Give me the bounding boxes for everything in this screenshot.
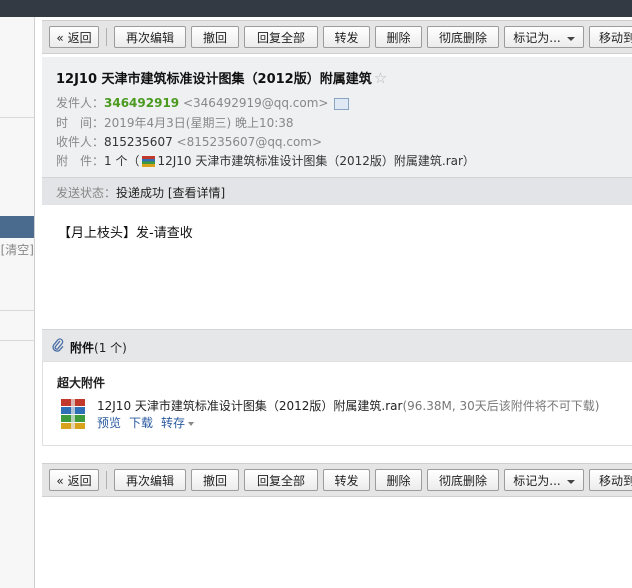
attachments-header: 附件(1 个): [42, 329, 632, 362]
delete-button[interactable]: 删除: [375, 26, 422, 48]
time-value: 2019年4月3日(星期三) 晚上10:38: [104, 116, 294, 130]
delete-button[interactable]: 删除: [375, 469, 422, 491]
top-bar: [0, 0, 632, 17]
time-label: 时 间：: [56, 116, 105, 130]
left-sidebar: [清空]: [0, 17, 35, 588]
paperclip-icon: [52, 338, 64, 356]
time-row: 时 间：2019年4月3日(星期三) 晚上10:38: [56, 114, 294, 131]
mark-as-label: 标记为...: [513, 474, 561, 488]
mail-body: 【月上枝头】发-请查收: [58, 226, 193, 241]
sender-address: <346492919@qq.com>: [182, 96, 329, 110]
forward-button[interactable]: 转发: [323, 26, 370, 48]
attachment-close-paren: ）: [462, 154, 475, 168]
sender-name[interactable]: 346492919: [104, 96, 179, 110]
back-button[interactable]: « 返回: [49, 26, 99, 48]
attachment-count: 1 个（: [104, 154, 140, 168]
dropdown-caret-icon: [188, 421, 195, 426]
toolbar-separator: [106, 471, 107, 489]
move-to-button[interactable]: 移动到: [589, 469, 632, 491]
recall-button[interactable]: 撤回: [191, 26, 239, 48]
attachment-actions: 预览 下载 转存: [97, 414, 210, 431]
attachment-label: 附 件：: [56, 154, 105, 168]
attachment-file-info: (96.38M, 30天后该附件将不可下载): [402, 399, 600, 413]
attachments-count: (1 个): [94, 341, 127, 355]
mark-as-label: 标记为...: [513, 31, 561, 45]
mail-header: 12J10 天津市建筑标准设计图集（2012版）附属建筑 ☆ 发件人：346492…: [42, 57, 632, 205]
reedit-button[interactable]: 再次编辑: [114, 26, 186, 48]
attachment-link[interactable]: 12J10 天津市建筑标准设计图集（2012版）附属建筑.rar: [157, 154, 462, 168]
rar-file-icon: [61, 399, 85, 429]
recipient-name[interactable]: 815235607: [104, 135, 173, 149]
attachments-heading: 附件: [70, 341, 95, 355]
sidebar-divider: [0, 310, 34, 311]
reply-all-button[interactable]: 回复全部: [244, 469, 318, 491]
save-to-label: 转存: [161, 416, 186, 430]
toolbar-top: « 返回 再次编辑 撤回 回复全部 转发 删除 彻底删除 标记为... 移动到: [42, 20, 632, 54]
delete-forever-button[interactable]: 彻底删除: [427, 26, 499, 48]
download-link[interactable]: 下载: [129, 416, 153, 430]
mail-subject: 12J10 天津市建筑标准设计图集（2012版）附属建筑 ☆: [56, 68, 387, 87]
star-icon[interactable]: ☆: [374, 69, 387, 87]
from-row: 发件人：346492919 <346492919@qq.com>: [56, 94, 350, 111]
forward-button[interactable]: 转发: [323, 469, 370, 491]
sidebar-divider: [0, 340, 34, 341]
subject-text: 12J10 天津市建筑标准设计图集（2012版）附属建筑: [56, 72, 372, 87]
recipient-address: <815235607@qq.com>: [176, 135, 323, 149]
attachments-box: 超大附件 12J10 天津市建筑标准设计图集（2012版）附属建筑.rar(96…: [42, 361, 632, 446]
big-attachment-label: 超大附件: [57, 376, 106, 390]
to-row: 收件人：815235607 <815235607@qq.com>: [56, 133, 322, 150]
reply-all-button[interactable]: 回复全部: [244, 26, 318, 48]
save-to-link[interactable]: 转存: [161, 416, 202, 430]
from-label: 发件人：: [56, 96, 105, 110]
vcard-icon[interactable]: [334, 97, 350, 110]
send-status-bar: 发送状态：投递成功 [查看详情]: [42, 177, 632, 205]
send-status-value: 投递成功: [116, 186, 165, 200]
back-button[interactable]: « 返回: [49, 469, 99, 491]
rar-file-icon: [142, 156, 156, 167]
send-status: 发送状态：投递成功 [查看详情]: [56, 184, 225, 201]
recall-button[interactable]: 撤回: [191, 469, 239, 491]
sidebar-item-selected[interactable]: [0, 216, 34, 238]
mark-as-button[interactable]: 标记为...: [504, 469, 584, 491]
preview-link[interactable]: 预览: [97, 416, 121, 430]
sidebar-clear-link[interactable]: [清空]: [0, 240, 34, 260]
sidebar-divider: [0, 117, 34, 118]
attachment-file-name[interactable]: 12J10 天津市建筑标准设计图集（2012版）附属建筑.rar: [97, 399, 402, 413]
attachments-title: 附件(1 个): [70, 339, 127, 356]
attachment-file: 12J10 天津市建筑标准设计图集（2012版）附属建筑.rar(96.38M,…: [97, 397, 599, 414]
view-details-link[interactable]: [查看详情]: [168, 186, 225, 200]
attachment-row: 附 件：1 个（ 12J10 天津市建筑标准设计图集（2012版）附属建筑.rar…: [56, 152, 475, 169]
move-to-button[interactable]: 移动到: [589, 26, 632, 48]
toolbar-separator: [106, 28, 107, 46]
dropdown-caret-icon: [566, 36, 575, 41]
to-label: 收件人：: [56, 135, 105, 149]
reedit-button[interactable]: 再次编辑: [114, 469, 186, 491]
mark-as-button[interactable]: 标记为...: [504, 26, 584, 48]
toolbar-bottom: « 返回 再次编辑 撤回 回复全部 转发 删除 彻底删除 标记为... 移动到: [42, 463, 632, 497]
dropdown-caret-icon: [566, 479, 575, 484]
send-status-label: 发送状态：: [56, 186, 117, 200]
delete-forever-button[interactable]: 彻底删除: [427, 469, 499, 491]
